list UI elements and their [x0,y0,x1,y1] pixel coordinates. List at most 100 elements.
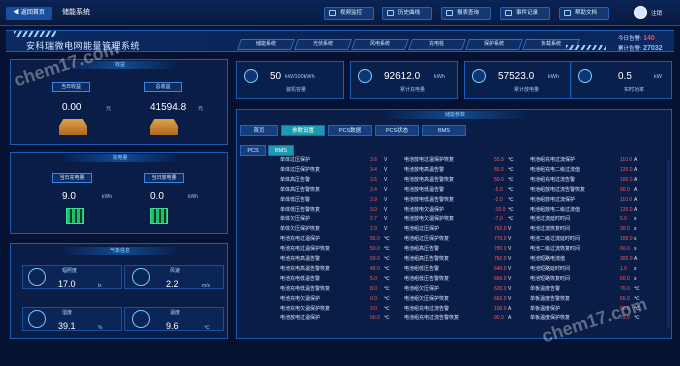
param-value[interactable]: 50.0 [494,176,504,184]
param-value[interactable]: 760.0 [494,255,507,263]
param-name: 电池放电欠温保护 [404,206,445,213]
param-value[interactable]: 70.0 [620,285,630,293]
param-unit: ℃ [508,206,514,213]
param-value[interactable]: -10.0 [494,206,505,214]
param-value[interactable]: 770.0 [494,235,507,243]
param-unit: A [634,256,638,262]
param-value[interactable]: 55.0 [494,166,504,174]
param-value[interactable]: 55.0 [494,156,504,164]
tab-pv-system[interactable]: 光伏系统 [293,39,353,50]
video-monitor-button[interactable]: 视频监控 [324,7,374,20]
param-row: 电池过流延时时间 5.0 s [530,215,650,223]
param-value[interactable]: -7.0 [494,215,503,223]
param-value[interactable]: 3.5 [370,176,377,184]
param-value[interactable]: 100.0 [494,305,507,313]
param-value[interactable]: 50.0 [370,245,380,253]
history-curve-button[interactable]: 历史曲线 [382,7,432,20]
param-unit: V [384,196,388,203]
param-unit: V [508,285,512,292]
param-value[interactable]: 8.0 [370,285,377,293]
param-unit: V [508,295,512,302]
param-value[interactable]: 5.0 [370,275,377,283]
tab-wind-system[interactable]: 风电系统 [350,39,410,50]
param-row: 单体欠压保护 2.7 V [280,215,400,223]
logout-link[interactable]: 注销 [651,9,662,17]
param-value[interactable]: 620.0 [494,285,507,293]
param-unit: A [508,315,512,322]
param-value[interactable]: 792.0 [494,225,507,233]
param-row: 电池放电过温保护恢复 55.0 ℃ [404,156,524,164]
param-row: 电池充电欠温保护 0.0 ℃ [280,295,400,303]
param-row: 单体欠压保护恢复 2.9 V [280,225,400,233]
subtab-bms[interactable]: BMS [268,145,294,156]
param-unit: s [634,216,637,223]
temperature-value: 9.6 [166,321,179,331]
param-value[interactable]: 60.0 [620,275,630,283]
tab-pcs-status[interactable]: PCS状态 [375,125,419,136]
back-home-button[interactable]: ◀ 返回首页 [6,7,52,20]
param-value[interactable]: 3.6 [370,156,377,164]
income-today-value: 0.00 [62,102,82,113]
battery-icon [150,208,168,224]
param-value[interactable]: 90.0 [620,186,630,194]
param-value[interactable]: -5.0 [494,186,503,194]
param-value[interactable]: 55.0 [370,235,380,243]
param-name: 电池组放电二级过流值 [530,206,581,213]
tab-label: 储能系统 [255,41,276,47]
param-unit: s [634,226,637,233]
param-value[interactable]: 110.0 [620,156,632,164]
tab-home[interactable]: 首页 [240,125,278,136]
param-unit: ℃ [384,285,390,292]
param-value[interactable]: 3.4 [370,186,377,194]
param-unit: ℃ [508,196,514,203]
help-doc-button[interactable]: 帮助文档 [559,7,609,20]
param-value[interactable]: 100.0 [620,235,633,243]
param-value[interactable]: 50.0 [370,255,380,263]
subtab-pcs[interactable]: PCS [240,145,266,156]
param-value[interactable]: 300.0 [620,255,633,263]
tab-protection-system[interactable]: 保护系统 [464,39,524,50]
report-query-button[interactable]: 报表查询 [441,7,491,20]
capacity-unit: kW/100kWh [285,74,315,80]
param-name: 电池组充电过流保护 [530,157,576,163]
param-value[interactable]: 60.0 [620,245,630,253]
param-value[interactable]: 5.0 [620,215,627,223]
param-unit: ℃ [508,176,514,183]
param-value[interactable]: 640.0 [494,265,507,273]
param-name: 电池组高压告警恢复 [404,256,450,262]
param-value[interactable]: 2.9 [370,196,377,204]
total-charge-unit: kWh [434,74,445,80]
param-value[interactable]: 3.4 [370,166,377,174]
param-value[interactable]: 45.0 [370,265,380,273]
param-value[interactable]: 650.0 [494,295,507,303]
tab-param-settings[interactable]: 参数设置 [281,125,325,136]
tab-bms[interactable]: BMS [422,125,466,136]
param-value[interactable]: 30.0 [620,225,630,233]
param-value[interactable]: -2.0 [494,196,503,204]
param-scrollbar[interactable] [667,160,670,328]
param-name: 单体低压告警恢复 [280,206,321,213]
param-value[interactable]: 1.0 [620,265,627,273]
param-name: 电池短路延时时间 [530,265,571,272]
param-value[interactable]: 0.0 [370,295,377,303]
tab-charging-pile[interactable]: 充电桩 [407,39,467,50]
param-value[interactable]: 120.0 [620,166,633,174]
param-value[interactable]: 90.0 [494,314,504,322]
param-value[interactable]: 100.0 [620,176,633,184]
user-avatar[interactable] [634,6,647,19]
param-value[interactable]: 110.0 [620,196,632,204]
param-row: 电池组放电过流保护 110.0 A [530,196,650,204]
param-value[interactable]: 780.0 [494,245,507,253]
param-value[interactable]: 660.0 [494,275,507,283]
param-value[interactable]: 2.9 [370,225,377,233]
tab-storage-system[interactable]: 储能系统 [236,39,296,50]
param-value[interactable]: 120.0 [620,206,633,214]
param-value[interactable]: 3.0 [370,206,377,214]
param-value[interactable]: 60.0 [370,314,380,322]
param-unit: ℃ [384,265,390,272]
param-unit: V [384,226,388,233]
param-value[interactable]: 2.7 [370,215,377,223]
param-value[interactable]: 3.0 [370,305,377,313]
tab-pcs-data[interactable]: PCS数据 [328,125,372,136]
event-log-button[interactable]: 事件记录 [500,7,550,20]
